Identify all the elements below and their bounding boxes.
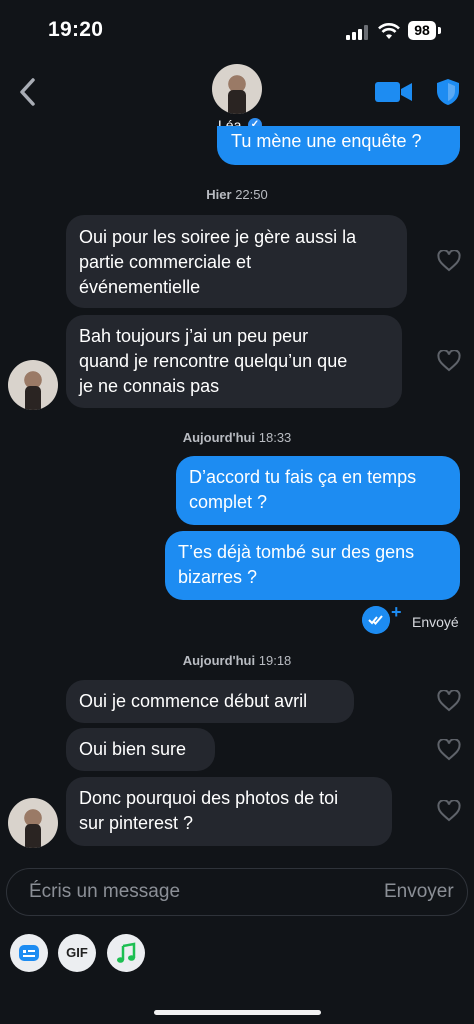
message-composer[interactable]: Écris un message Envoyer — [6, 868, 468, 916]
gif-button[interactable]: GIF — [58, 934, 96, 972]
plus-icon: + — [391, 602, 402, 622]
music-button[interactable] — [107, 934, 145, 972]
message-incoming[interactable]: Donc pourquoi des photos de toi sur pint… — [66, 777, 392, 846]
sticker-button[interactable] — [10, 934, 48, 972]
message-outgoing[interactable]: D’accord tu fais ça en temps complet ? — [176, 456, 460, 525]
heart-icon[interactable] — [437, 739, 461, 761]
heart-icon[interactable] — [437, 250, 461, 272]
timestamp: Aujourd'hui 19:18 — [182, 653, 292, 668]
timestamp: Hier 22:50 — [206, 187, 268, 202]
contact-avatar-small[interactable] — [8, 360, 58, 410]
music-icon — [117, 942, 136, 963]
message-incoming[interactable]: Oui bien sure — [66, 728, 215, 771]
sent-check-icon — [362, 606, 390, 634]
message-input[interactable]: Écris un message — [29, 881, 180, 903]
message-incoming[interactable]: Oui pour les soiree je gère aussi la par… — [66, 215, 407, 308]
send-button[interactable]: Envoyer — [384, 881, 454, 903]
contact-avatar-small[interactable] — [8, 798, 58, 848]
sent-status: Envoyé — [412, 614, 459, 630]
timestamp: Aujourd'hui 18:33 — [182, 430, 292, 445]
header-overlay — [0, 60, 474, 140]
wifi-icon — [378, 23, 400, 39]
battery-indicator: 98 — [408, 21, 436, 40]
battery-tip — [438, 27, 441, 34]
status-bar: 19:20 98 — [0, 0, 474, 60]
signal-icon — [346, 24, 370, 40]
heart-icon[interactable] — [437, 350, 461, 372]
message-incoming[interactable]: Oui je commence début avril — [66, 680, 354, 723]
heart-icon[interactable] — [437, 690, 461, 712]
message-incoming[interactable]: Bah toujours j’ai un peu peur quand je r… — [66, 315, 402, 408]
home-indicator[interactable] — [154, 1010, 321, 1015]
sticker-icon — [19, 945, 39, 961]
message-outgoing[interactable]: T’es déjà tombé sur des gens bizarres ? — [165, 531, 460, 600]
status-time: 19:20 — [48, 18, 104, 41]
heart-icon[interactable] — [437, 800, 461, 822]
